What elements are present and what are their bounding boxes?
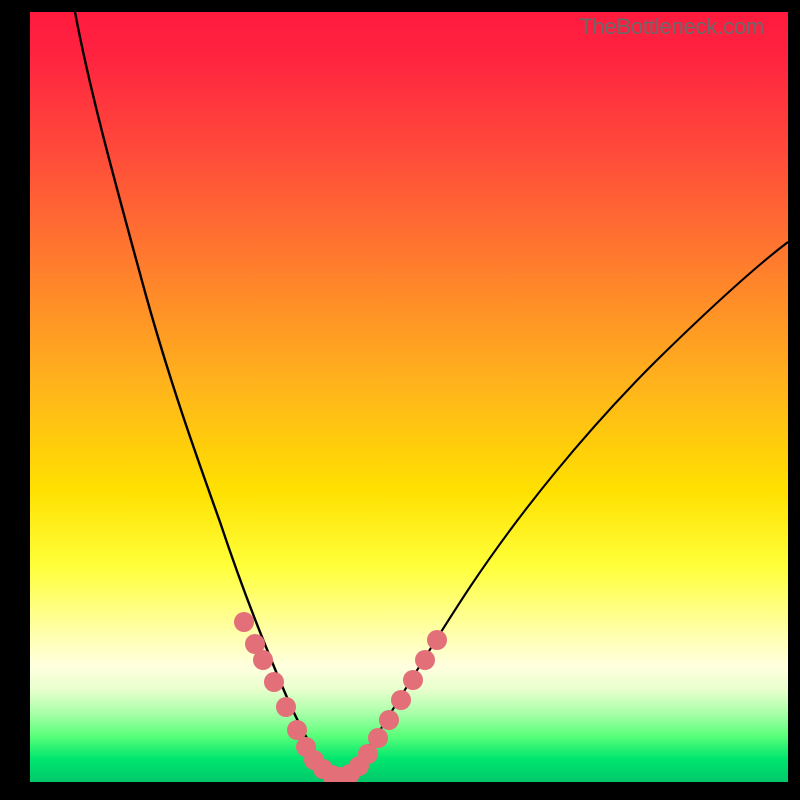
dot-marker: [379, 710, 399, 730]
chart-svg: [30, 12, 788, 782]
dot-marker: [234, 612, 254, 632]
dot-marker: [287, 720, 307, 740]
plot-area: [30, 12, 788, 782]
dot-marker: [403, 670, 423, 690]
curve-left: [75, 12, 340, 777]
dot-marker: [276, 697, 296, 717]
dot-marker: [415, 650, 435, 670]
chart-wrapper: TheBottleneck.com: [0, 0, 800, 800]
dot-marker: [253, 650, 273, 670]
dot-marker: [264, 672, 284, 692]
curve-left-group: [75, 12, 340, 777]
dot-overlay-group: [234, 612, 447, 782]
dot-marker: [391, 690, 411, 710]
dot-marker: [427, 630, 447, 650]
watermark-text: TheBottleneck.com: [579, 14, 764, 40]
dot-marker: [368, 728, 388, 748]
